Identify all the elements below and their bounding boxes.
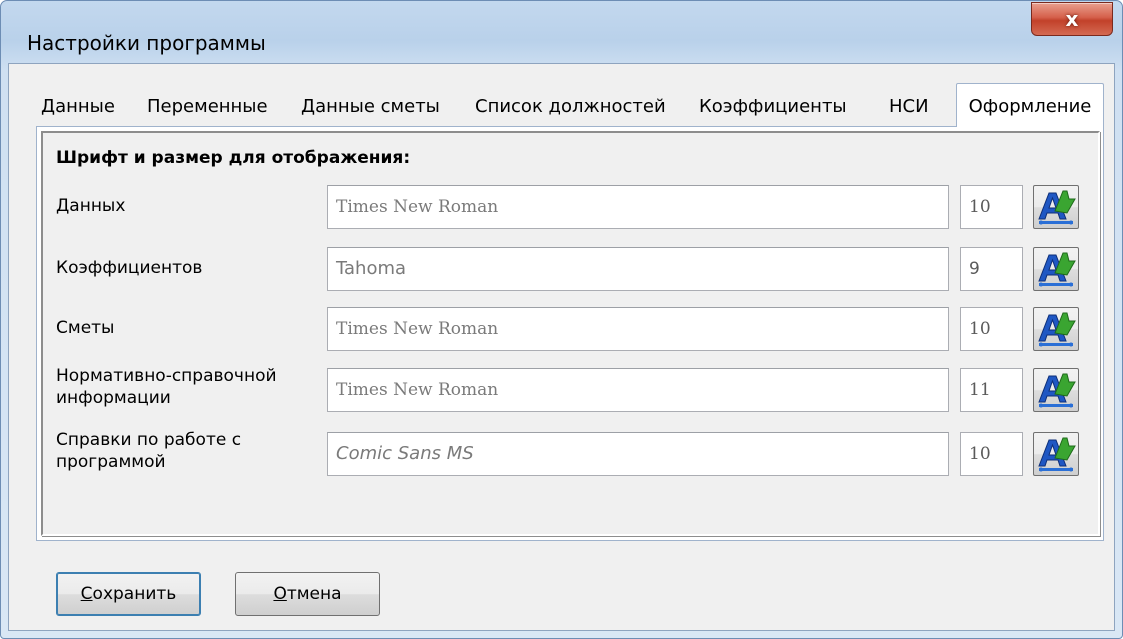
close-icon: x xyxy=(1065,7,1079,31)
row-label-reference-info: Нормативно-справочной информации xyxy=(56,365,321,409)
tab-estimate-data[interactable]: Данные сметы xyxy=(301,89,440,125)
help-font-picker-button[interactable] xyxy=(1033,432,1079,476)
tab-positions-list[interactable]: Список должностей xyxy=(475,89,666,125)
reference-info-font-picker-button[interactable] xyxy=(1033,368,1079,412)
tab-appearance[interactable]: Оформление xyxy=(956,83,1104,127)
row-label-data: Данных xyxy=(56,196,126,216)
font-color-picker-icon xyxy=(1038,190,1076,225)
cancel-button-label: тмена xyxy=(286,584,342,604)
window-title: Настройки программы xyxy=(27,31,266,55)
tab-variables[interactable]: Переменные xyxy=(147,89,268,125)
reference-info-size-field[interactable]: 11 xyxy=(960,368,1023,412)
row-label-coefficients: Коэффициентов xyxy=(56,258,203,278)
help-size-field[interactable]: 10 xyxy=(960,432,1023,476)
font-color-picker-icon xyxy=(1038,373,1076,408)
row-label-line: Нормативно-справочной xyxy=(56,366,277,386)
save-button-label: охранить xyxy=(92,584,177,604)
row-label-estimates: Сметы xyxy=(56,318,115,338)
data-font-field[interactable]: Times New Roman xyxy=(327,185,949,229)
row-label-line: Справки по работе с xyxy=(56,430,242,450)
reference-info-font-field[interactable]: Times New Roman xyxy=(327,368,949,412)
cancel-button-mnemonic: О xyxy=(273,584,287,604)
font-color-picker-icon xyxy=(1038,312,1076,347)
save-button-mnemonic: С xyxy=(80,584,93,604)
tab-coefficients[interactable]: Коэффициенты xyxy=(699,89,847,125)
save-button[interactable]: Сохранить xyxy=(56,572,201,616)
help-font-field[interactable]: Comic Sans MS xyxy=(327,432,949,476)
section-heading: Шрифт и размер для отображения: xyxy=(56,148,411,168)
font-color-picker-icon xyxy=(1038,252,1076,287)
estimates-font-picker-button[interactable] xyxy=(1033,307,1079,351)
row-label-line: программой xyxy=(56,452,166,472)
cancel-button[interactable]: Отмена xyxy=(235,572,380,616)
coefficients-size-field[interactable]: 9 xyxy=(960,247,1023,291)
estimates-size-field[interactable]: 10 xyxy=(960,307,1023,351)
row-label-help: Справки по работе с программой xyxy=(56,429,321,473)
row-label-line: информации xyxy=(56,388,171,408)
font-color-picker-icon xyxy=(1038,437,1076,472)
data-font-picker-button[interactable] xyxy=(1033,185,1079,229)
data-size-field[interactable]: 10 xyxy=(960,185,1023,229)
coefficients-font-picker-button[interactable] xyxy=(1033,247,1079,291)
coefficients-font-field[interactable]: Tahoma xyxy=(327,247,949,291)
tab-data[interactable]: Данные xyxy=(41,89,115,125)
close-button[interactable]: x xyxy=(1031,2,1113,36)
estimates-font-field[interactable]: Times New Roman xyxy=(327,307,949,351)
tab-nsi[interactable]: НСИ xyxy=(889,89,929,125)
settings-window: Настройки программы x Данные Переменные … xyxy=(0,0,1123,639)
